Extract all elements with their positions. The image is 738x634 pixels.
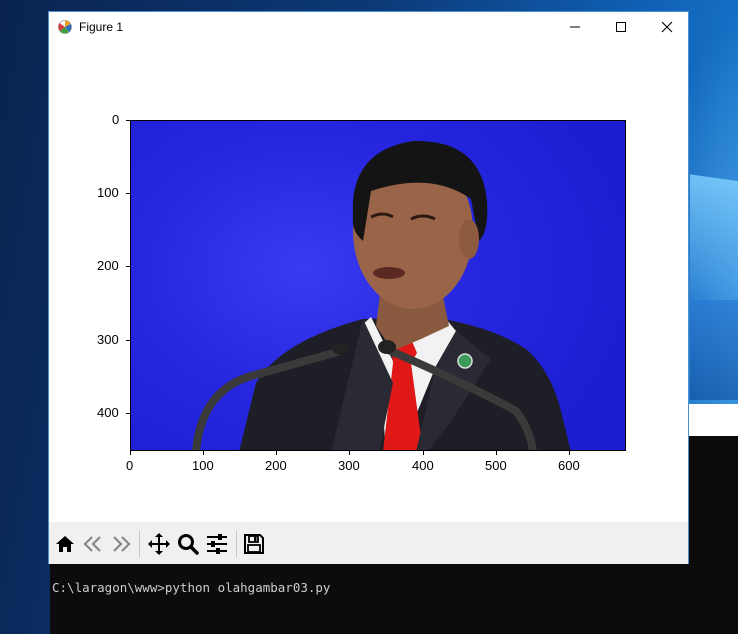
x-tick: [130, 451, 131, 455]
x-tick: [496, 451, 497, 455]
zoom-button[interactable]: [176, 532, 200, 556]
y-tick: [126, 266, 130, 267]
close-icon: [661, 21, 673, 33]
forward-icon: [113, 536, 131, 552]
x-tick-label: 600: [558, 458, 580, 473]
window-title: Figure 1: [79, 20, 124, 34]
maximize-button[interactable]: [598, 12, 644, 42]
displayed-image: [130, 120, 626, 451]
x-tick-label: 200: [265, 458, 287, 473]
plot-area[interactable]: 0 100 200 300 400 0 100 200 300 400 500 …: [49, 42, 688, 522]
x-tick: [423, 451, 424, 455]
minimize-button[interactable]: [552, 12, 598, 42]
toolbar-separator: [236, 531, 237, 557]
back-icon: [83, 536, 101, 552]
title-bar[interactable]: Figure 1: [49, 12, 688, 42]
x-tick-label: 400: [412, 458, 434, 473]
wallpaper-light: [690, 174, 738, 306]
back-button[interactable]: [81, 532, 105, 556]
y-tick-label: 0: [112, 112, 120, 127]
x-tick-label: 300: [338, 458, 360, 473]
matplotlib-app-icon: [58, 20, 72, 34]
y-tick: [126, 340, 130, 341]
figure-window[interactable]: Figure 1 0 100 200 300 400 0 100 200 300…: [48, 11, 689, 564]
x-tick-label: 100: [192, 458, 214, 473]
x-tick-label: 500: [485, 458, 507, 473]
forward-button[interactable]: [109, 532, 133, 556]
console-command-line: C:\laragon\www>python olahgambar03.py: [52, 580, 331, 595]
close-button[interactable]: [644, 12, 690, 42]
minimize-icon: [570, 26, 580, 28]
y-tick-label: 400: [97, 405, 119, 420]
wallpaper-light: [690, 300, 738, 400]
toolbar-separator: [139, 531, 140, 557]
x-tick: [203, 451, 204, 455]
x-tick: [569, 451, 570, 455]
y-tick: [126, 120, 130, 121]
save-icon: [244, 534, 264, 554]
pan-icon: [148, 533, 170, 555]
configure-subplots-button[interactable]: [205, 532, 229, 556]
x-tick: [276, 451, 277, 455]
maximize-icon: [616, 22, 626, 32]
portrait-illustration: [192, 140, 571, 450]
home-button[interactable]: [53, 532, 77, 556]
y-tick: [126, 193, 130, 194]
zoom-icon: [178, 534, 199, 555]
y-tick-label: 300: [97, 332, 119, 347]
background-window-edge: [688, 404, 738, 436]
navigation-toolbar: [49, 522, 688, 564]
x-tick-label: 0: [126, 458, 134, 473]
y-tick-label: 100: [97, 185, 119, 200]
y-tick: [126, 413, 130, 414]
y-tick-label: 200: [97, 258, 119, 273]
home-icon: [56, 536, 74, 552]
save-button[interactable]: [242, 532, 266, 556]
x-tick: [349, 451, 350, 455]
configure-subplots-icon: [207, 534, 227, 554]
pan-button[interactable]: [147, 532, 171, 556]
